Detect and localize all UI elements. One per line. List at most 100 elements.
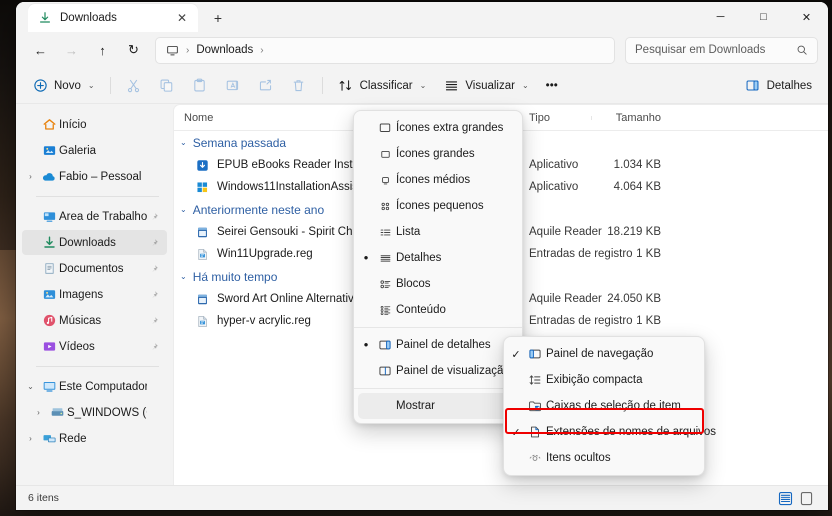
maximize-button[interactable]: □ [742, 2, 785, 32]
breadcrumb-item-downloads[interactable]: Downloads [196, 44, 253, 56]
menu-item-small-icons[interactable]: Ícones pequenos [358, 193, 518, 219]
up-button[interactable]: ↑ [88, 36, 117, 65]
sidebar-item-documentos[interactable]: Documentos [22, 256, 167, 281]
details-view-button[interactable] [776, 490, 795, 507]
new-button-label: Novo [54, 79, 81, 92]
plus-circle-icon [32, 78, 48, 94]
pin-icon [147, 264, 161, 274]
file-type: Entradas de registro [529, 315, 633, 327]
chevron-down-icon[interactable]: ⌄ [22, 382, 39, 391]
new-tab-button[interactable]: + [204, 5, 232, 31]
search-input[interactable]: Pesquisar em Downloads [625, 36, 818, 64]
menu-item-medium-icons[interactable]: Ícones médios [358, 167, 518, 193]
menu-item-extra-large-icons[interactable]: Ícones extra grandes [358, 115, 518, 141]
menu-item-tiles[interactable]: Blocos [358, 271, 518, 297]
divider-1 [109, 77, 111, 94]
menu-item-label: Exibição compacta [546, 374, 643, 386]
registry-icon [196, 248, 209, 261]
menu-divider-2 [354, 388, 522, 389]
title-bar: Downloads ✕ + ─ □ ✕ [16, 2, 828, 32]
delete-button[interactable] [283, 72, 315, 100]
sidebar-item-galeria[interactable]: Galeria [22, 138, 167, 163]
menu-item-item-checkboxes[interactable]: Caixas de seleção de item [508, 393, 700, 419]
tab-downloads[interactable]: Downloads ✕ [28, 4, 198, 32]
cut-button[interactable] [118, 72, 150, 100]
paste-button[interactable] [184, 72, 216, 100]
menu-item-file-name-extensions[interactable]: ✓ Extensões de nomes de arquivos [508, 419, 716, 445]
music-icon [39, 313, 59, 328]
close-tab-icon[interactable]: ✕ [172, 8, 192, 28]
downloads-tab-icon [38, 11, 52, 25]
sidebar-item-label: Downloads [59, 236, 116, 249]
forward-button[interactable]: → [57, 36, 86, 65]
refresh-button[interactable]: ↻ [119, 36, 148, 65]
sidebar-item-s-windows-c[interactable]: › S_WINDOWS (C:) [30, 400, 167, 425]
details-pane-button[interactable]: Detalhes [737, 72, 820, 100]
sidebar-item-rede[interactable]: › Rede [22, 426, 167, 451]
back-button[interactable]: ← [26, 36, 55, 65]
paste-icon [192, 78, 208, 94]
chevron-down-icon[interactable]: ⌄ [180, 138, 187, 147]
close-window-button[interactable]: ✕ [785, 2, 828, 32]
new-button[interactable]: Novo ⌄ [24, 72, 103, 100]
menu-item-label: Painel de navegação [546, 348, 654, 360]
chevron-down-icon[interactable]: ⌄ [180, 272, 187, 281]
chevron-right-icon[interactable]: › [22, 434, 39, 443]
hidden-items-icon [524, 451, 546, 465]
sort-button[interactable]: Classificar ⌄ [330, 72, 435, 100]
navigation-pane-icon [524, 347, 546, 361]
menu-item-details-pane[interactable]: • Painel de detalhes [358, 332, 518, 358]
menu-item-compact-view[interactable]: Exibição compacta [508, 367, 700, 393]
registry-icon [196, 315, 209, 328]
sidebar-item-este-computador[interactable]: ⌄ Este Computador [22, 374, 167, 399]
menu-item-large-icons[interactable]: Ícones grandes [358, 141, 518, 167]
sidebar-item-imagens[interactable]: Imagens [22, 282, 167, 307]
menu-item-hidden-items[interactable]: Itens ocultos [508, 445, 700, 471]
sidebar-item-label: Documentos [59, 262, 124, 275]
breadcrumb-separator-2[interactable]: › [260, 45, 263, 56]
sidebar-item-area-de-trabalho[interactable]: Área de Trabalho [22, 204, 167, 229]
show-submenu: ✓ Painel de navegação Exibição compacta [503, 336, 716, 476]
large-icons-view-button[interactable] [797, 490, 816, 507]
sidebar-item-onedrive[interactable]: › Fabio – Pessoal [22, 164, 167, 189]
sidebar-item-inicio[interactable]: Início [22, 112, 167, 137]
minimize-button[interactable]: ─ [699, 2, 742, 32]
menu-item-label: Ícones médios [396, 174, 471, 186]
details-pane-label: Detalhes [766, 79, 812, 92]
column-header-type[interactable]: Tipo [519, 112, 591, 124]
compact-view-icon [524, 373, 546, 387]
chevron-right-icon[interactable]: › [30, 408, 47, 417]
gallery-icon [39, 143, 59, 158]
network-icon [39, 431, 59, 446]
sidebar-item-label: Vídeos [59, 340, 95, 353]
videos-icon [39, 339, 59, 354]
view-context-menu: Ícones extra grandes Ícones grandes Ícon… [353, 110, 523, 424]
menu-item-list[interactable]: Lista [358, 219, 518, 245]
address-bar: ← → ↑ ↻ › Downloads › Pesquisar em Downl… [16, 32, 828, 68]
breadcrumb[interactable]: › Downloads › [155, 36, 615, 64]
view-button[interactable]: Visualizar ⌄ [435, 72, 536, 100]
sidebar-item-musicas[interactable]: Músicas [22, 308, 167, 333]
chevron-right-icon[interactable]: › [22, 172, 39, 181]
downloads-icon [39, 235, 59, 250]
check-icon: ✓ [511, 348, 521, 361]
rename-button[interactable] [217, 72, 249, 100]
sidebar-item-downloads[interactable]: Downloads [22, 230, 167, 255]
column-header-size[interactable]: Tamanho [591, 112, 671, 124]
menu-item-navigation-pane[interactable]: ✓ Painel de navegação [508, 341, 700, 367]
sidebar-item-videos[interactable]: Vídeos [22, 334, 167, 359]
chevron-down-icon[interactable]: ⌄ [180, 205, 187, 214]
chevron-down-icon: ⌄ [419, 81, 427, 90]
tab-title: Downloads [60, 12, 117, 24]
sidebar-item-label: Rede [59, 432, 87, 445]
menu-item-label: Ícones grandes [396, 148, 475, 160]
more-options-button[interactable]: ••• [538, 72, 566, 100]
menu-item-mostrar[interactable]: Mostrar › [358, 393, 518, 419]
copy-button[interactable] [151, 72, 183, 100]
menu-item-preview-pane[interactable]: Painel de visualização [358, 358, 518, 384]
sidebar-item-label: S_WINDOWS (C:) [67, 406, 147, 419]
menu-item-content[interactable]: Conteúdo [358, 297, 518, 323]
menu-item-details[interactable]: • Detalhes [358, 245, 518, 271]
search-icon [796, 44, 808, 56]
share-button[interactable] [250, 72, 282, 100]
